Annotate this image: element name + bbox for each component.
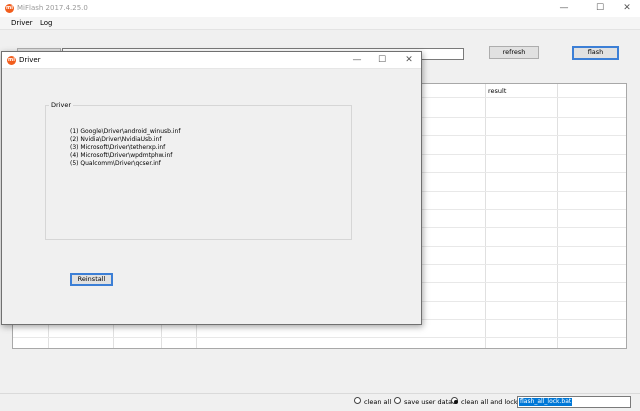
- main-title-bar[interactable]: mi MiFlash 2017.4.25.0 — ☐ ✕: [0, 0, 640, 17]
- menu-bar: Driver Log: [0, 17, 640, 30]
- driver-groupbox: [45, 105, 352, 240]
- script-name-text: flash_all_lock.bat: [519, 398, 573, 406]
- grid-column-divider: [557, 84, 558, 348]
- menu-driver[interactable]: Driver: [11, 19, 33, 27]
- grid-row-line: [13, 337, 626, 338]
- radio-clean-all-and-lock[interactable]: [451, 397, 458, 404]
- driver-list-item: (4) Microsoft\Driver\wpdmtphw.inf: [70, 152, 173, 159]
- menu-log[interactable]: Log: [40, 19, 53, 27]
- radio-label-save-user-data[interactable]: save user data: [404, 398, 452, 406]
- radio-clean-all[interactable]: [354, 397, 361, 404]
- maximize-icon[interactable]: ☐: [590, 3, 610, 13]
- flash-button[interactable]: flash: [572, 46, 619, 60]
- minimize-icon[interactable]: —: [554, 3, 574, 13]
- miflash-logo-icon: mi: [5, 4, 14, 13]
- script-name-input[interactable]: flash_all_lock.bat: [517, 396, 631, 408]
- refresh-button[interactable]: refresh: [489, 46, 539, 59]
- radio-save-user-data[interactable]: [394, 397, 401, 404]
- driver-group-label: Driver: [49, 101, 74, 109]
- driver-list-item: (3) Microsoft\Driver\tetherxp.inf: [70, 144, 166, 151]
- dialog-title-bar[interactable]: mi Driver — ☐ ✕: [2, 52, 421, 69]
- radio-label-clean-all-and-lock[interactable]: clean all and lock: [461, 398, 518, 406]
- driver-list-item: (2) Nvidia\Driver\NvidiaUsb.inf: [70, 136, 162, 143]
- window-title: MiFlash 2017.4.25.0: [17, 4, 88, 12]
- dialog-maximize-icon[interactable]: ☐: [372, 55, 392, 65]
- grid-column-divider: [485, 84, 486, 348]
- dialog-logo-icon: mi: [7, 56, 16, 65]
- radio-label-clean-all[interactable]: clean all: [364, 398, 391, 406]
- close-icon[interactable]: ✕: [617, 3, 637, 13]
- dialog-title: Driver: [19, 56, 41, 64]
- reinstall-button[interactable]: Reinstall: [70, 273, 113, 286]
- driver-dialog: mi Driver — ☐ ✕ Driver (1) Google\Driver…: [1, 51, 422, 325]
- dialog-close-icon[interactable]: ✕: [399, 55, 419, 65]
- driver-list-item: (1) Google\Driver\android_winusb.inf: [70, 128, 181, 135]
- dialog-minimize-icon[interactable]: —: [347, 55, 367, 65]
- driver-list-item: (5) Qualcomm\Driver\qcser.inf: [70, 160, 161, 167]
- grid-header-result[interactable]: result: [488, 87, 506, 95]
